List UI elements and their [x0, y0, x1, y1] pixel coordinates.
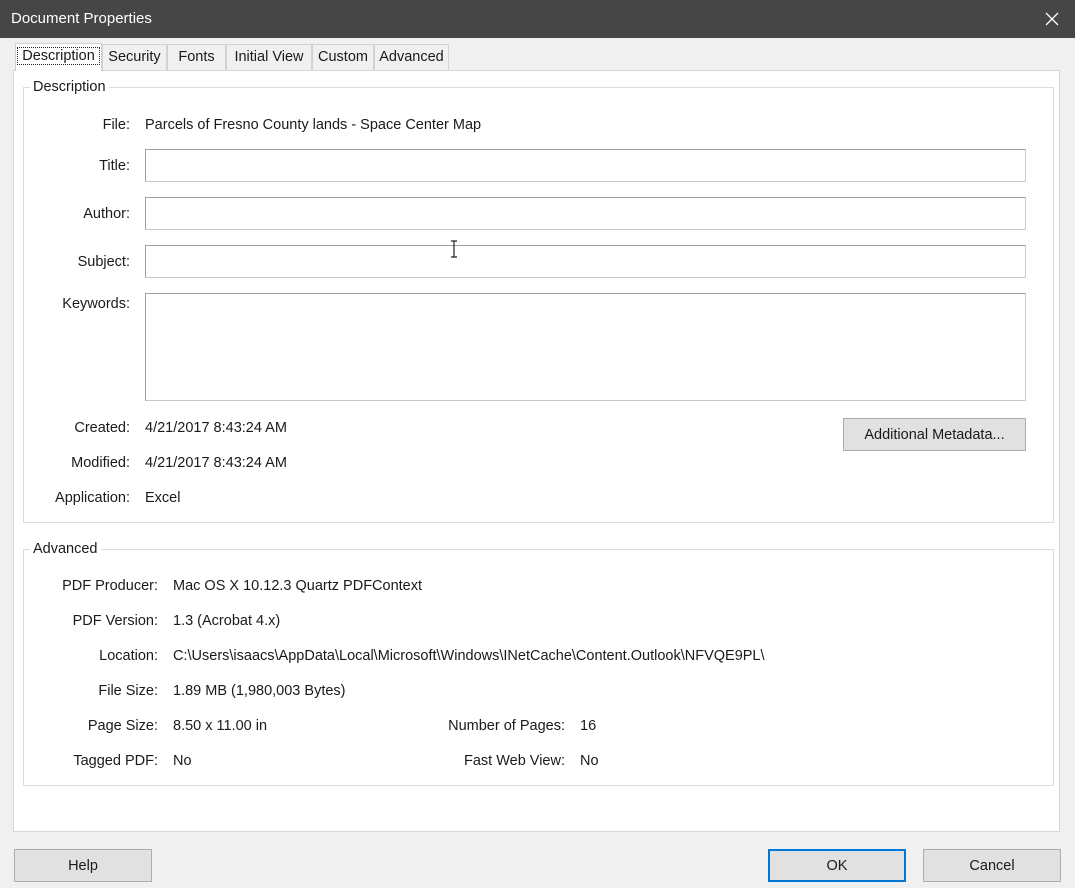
- fast-web-view-label: Fast Web View:: [463, 753, 565, 769]
- page-size-label: Page Size:: [87, 718, 158, 734]
- author-field[interactable]: [145, 197, 1026, 230]
- author-label: Author:: [83, 206, 130, 222]
- file-size-label: File Size:: [98, 683, 158, 699]
- file-label: File:: [102, 117, 130, 133]
- title-field[interactable]: [145, 149, 1026, 182]
- subject-label: Subject:: [77, 254, 130, 270]
- description-group: Description File: Parcels of Fresno Coun…: [23, 78, 1054, 523]
- advanced-group: Advanced PDF Producer: Mac OS X 10.12.3 …: [23, 540, 1054, 786]
- tab-security[interactable]: Security: [102, 44, 167, 71]
- tab-custom[interactable]: Custom: [312, 44, 374, 71]
- additional-metadata-button[interactable]: Additional Metadata...: [843, 418, 1026, 451]
- subject-field[interactable]: [145, 245, 1026, 278]
- application-value: Excel: [145, 490, 181, 506]
- number-of-pages-label: Number of Pages:: [448, 718, 565, 734]
- tab-fonts[interactable]: Fonts: [167, 44, 226, 71]
- created-value: 4/21/2017 8:43:24 AM: [145, 420, 287, 436]
- window-title: Document Properties: [11, 10, 152, 27]
- text-cursor-icon: [451, 240, 457, 258]
- pdf-producer-value: Mac OS X 10.12.3 Quartz PDFContext: [173, 578, 423, 594]
- keywords-field[interactable]: [145, 293, 1026, 401]
- pdf-version-value: 1.3 (Acrobat 4.x): [173, 613, 281, 629]
- modified-value: 4/21/2017 8:43:24 AM: [145, 455, 287, 471]
- page-size-value: 8.50 x 11.00 in: [173, 718, 268, 734]
- tab-initial-view[interactable]: Initial View: [226, 44, 312, 71]
- modified-label: Modified:: [71, 455, 130, 471]
- advanced-legend: Advanced: [30, 540, 101, 558]
- tagged-pdf-label: Tagged PDF:: [73, 753, 158, 769]
- close-button[interactable]: [1029, 0, 1075, 38]
- tab-advanced[interactable]: Advanced: [374, 44, 449, 71]
- created-label: Created:: [74, 420, 130, 436]
- file-value: Parcels of Fresno County lands - Space C…: [145, 117, 482, 133]
- tagged-pdf-value: No: [173, 753, 192, 769]
- close-icon: [1045, 12, 1059, 26]
- ok-button[interactable]: OK: [768, 849, 906, 882]
- application-label: Application:: [55, 490, 130, 506]
- title-bar: Document Properties: [0, 0, 1075, 38]
- location-label: Location:: [99, 648, 158, 664]
- location-value: C:\Users\isaacs\AppData\Local\Microsoft\…: [173, 648, 765, 664]
- keywords-label: Keywords:: [62, 296, 130, 312]
- tab-description[interactable]: Description: [15, 43, 102, 71]
- cancel-button[interactable]: Cancel: [923, 849, 1061, 882]
- title-label: Title:: [99, 158, 130, 174]
- pdf-version-label: PDF Version:: [72, 613, 158, 629]
- pdf-producer-label: PDF Producer:: [62, 578, 158, 594]
- help-button[interactable]: Help: [14, 849, 152, 882]
- file-size-value: 1.89 MB (1,980,003 Bytes): [173, 683, 346, 699]
- description-legend: Description: [30, 78, 109, 96]
- fast-web-view-value: No: [580, 753, 599, 769]
- number-of-pages-value: 16: [580, 718, 597, 734]
- tab-panel: Description File: Parcels of Fresno Coun…: [13, 70, 1060, 832]
